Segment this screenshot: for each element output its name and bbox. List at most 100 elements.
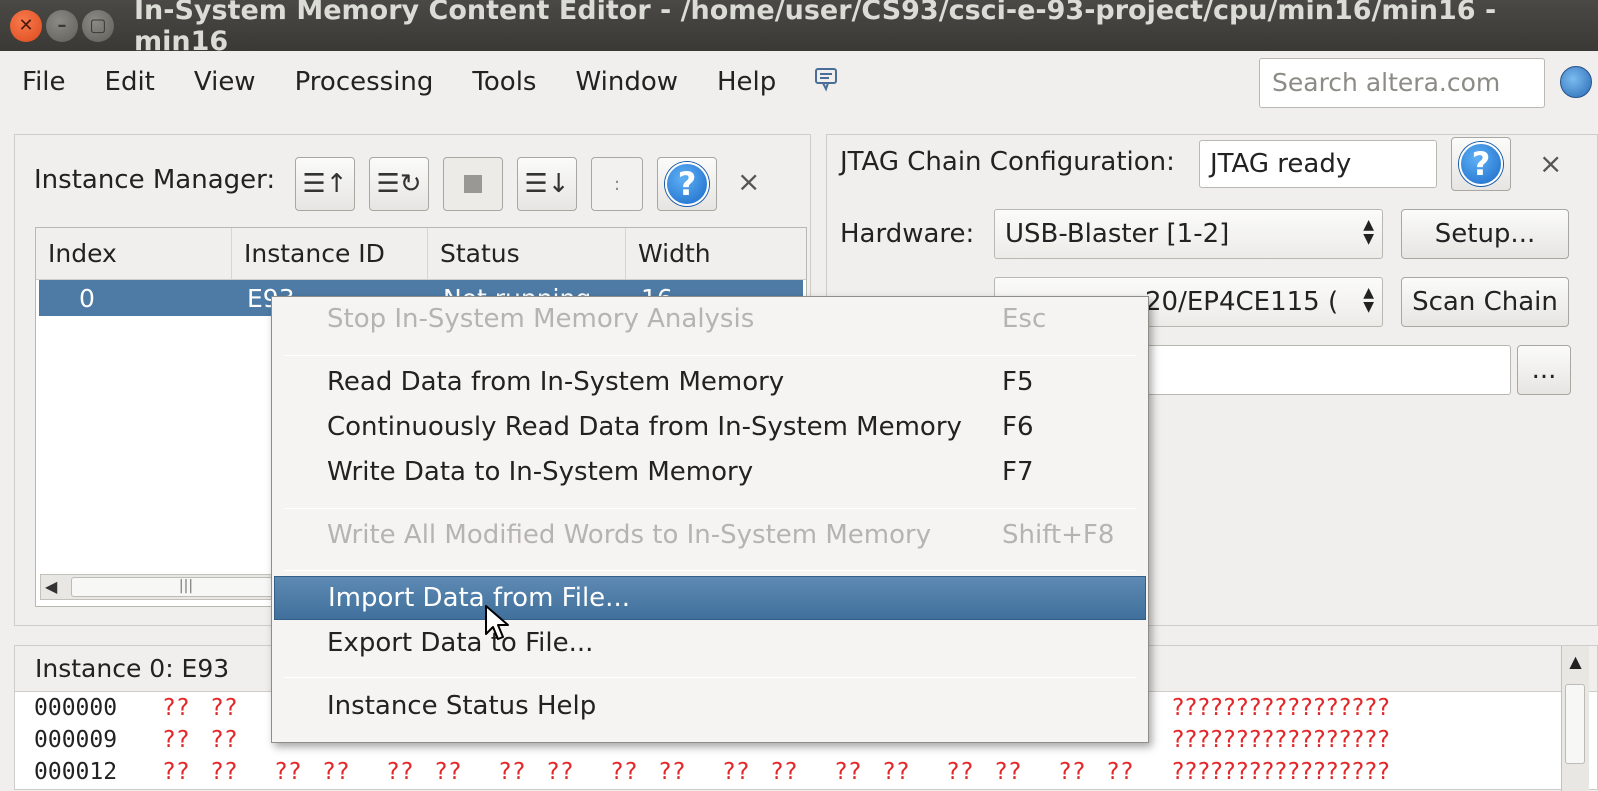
column-header-status[interactable]: Status xyxy=(428,228,626,279)
jtag-status-field: JTAG ready xyxy=(1199,140,1437,188)
menu-help[interactable]: Help xyxy=(717,67,776,97)
scroll-thumb[interactable]: ||| xyxy=(71,577,301,597)
menu-item-write-modified[interactable]: Write All Modified Words to In-System Me… xyxy=(274,513,1146,557)
search-input[interactable]: Search altera.com xyxy=(1259,58,1545,108)
memory-cell[interactable]: ?? xyxy=(994,759,1022,785)
column-header-width[interactable]: Width xyxy=(626,228,806,279)
hardware-label: Hardware: xyxy=(840,219,975,249)
continuous-read-button[interactable]: ☰↻ xyxy=(369,157,429,211)
context-menu: Stop In-System Memory Analysis Esc Read … xyxy=(271,296,1149,743)
device-select-value: 20/EP4CE115 ( xyxy=(1145,287,1339,317)
memory-address: 000012 xyxy=(34,759,118,785)
menu-item-stop-analysis[interactable]: Stop In-System Memory Analysis Esc xyxy=(274,297,1146,341)
memory-cell[interactable]: ?? xyxy=(658,759,686,785)
vertical-scrollbar[interactable]: ▲ xyxy=(1561,646,1589,791)
memory-cell[interactable]: ?? xyxy=(210,727,238,753)
memory-ascii: ????????????????? xyxy=(1171,695,1390,721)
memory-cell[interactable]: ?? xyxy=(1106,759,1134,785)
memory-row: 000012 ?? ?? ?? ?? ?? ?? ?? ?? ?? ?? ?? … xyxy=(15,756,1597,788)
scroll-left-icon[interactable]: ◀ xyxy=(45,577,57,596)
read-data-icon: ☰↑ xyxy=(302,169,348,199)
menu-item-shortcut: F5 xyxy=(1002,367,1034,397)
menu-item-label: Write Data to In-System Memory xyxy=(327,457,754,487)
stop-button[interactable] xyxy=(443,157,503,211)
memory-cell[interactable]: ?? xyxy=(386,759,414,785)
menu-file[interactable]: File xyxy=(22,67,66,97)
menu-edit[interactable]: Edit xyxy=(105,67,155,97)
memory-ascii: ????????????????? xyxy=(1171,727,1390,753)
memory-cell[interactable]: ?? xyxy=(946,759,974,785)
hardware-select-value: USB-Blaster [1-2] xyxy=(1005,219,1230,249)
menu-item-label: Instance Status Help xyxy=(327,691,597,721)
memory-cell[interactable]: ?? xyxy=(722,759,750,785)
close-panel-icon[interactable]: × xyxy=(1539,147,1562,180)
menu-item-label: Import Data from File... xyxy=(328,583,630,613)
memory-cell[interactable]: ?? xyxy=(498,759,526,785)
memory-ascii: ????????????????? xyxy=(1171,759,1390,785)
memory-cell[interactable]: ?? xyxy=(210,759,238,785)
help-icon: ? xyxy=(665,162,709,206)
memory-cell[interactable]: ?? xyxy=(434,759,462,785)
menu-processing[interactable]: Processing xyxy=(295,67,434,97)
menu-item-shortcut: Esc xyxy=(1002,304,1047,334)
jtag-label: JTAG Chain Configuration: xyxy=(840,147,1175,177)
maximize-window-icon[interactable]: ▢ xyxy=(82,9,114,42)
memory-cell[interactable]: ?? xyxy=(610,759,638,785)
menu-tools[interactable]: Tools xyxy=(472,67,536,97)
menu-view[interactable]: View xyxy=(194,67,256,97)
memory-cell[interactable]: ?? xyxy=(1058,759,1086,785)
memory-cell[interactable]: ?? xyxy=(770,759,798,785)
menu-separator xyxy=(284,677,1136,678)
memory-cell[interactable]: ?? xyxy=(546,759,574,785)
menu-window[interactable]: Window xyxy=(575,67,678,97)
memory-cell[interactable]: ?? xyxy=(162,759,190,785)
memory-cell[interactable]: ?? xyxy=(210,695,238,721)
instance-manager-label: Instance Manager: xyxy=(34,165,276,195)
menu-item-label: Read Data from In-System Memory xyxy=(327,367,785,397)
close-panel-icon[interactable]: × xyxy=(737,165,760,198)
write-data-icon: ☰↓ xyxy=(524,169,570,199)
chat-bubble-icon[interactable] xyxy=(813,66,839,98)
setup-button[interactable]: Setup... xyxy=(1401,209,1569,259)
write-data-button[interactable]: ☰↓ xyxy=(517,157,577,211)
column-header-instance-id[interactable]: Instance ID xyxy=(232,228,428,279)
menu-item-continuous-read[interactable]: Continuously Read Data from In-System Me… xyxy=(274,405,1146,449)
menu-item-shortcut: F6 xyxy=(1002,412,1034,442)
memory-cell[interactable]: ?? xyxy=(322,759,350,785)
menu-item-label: Export Data to File... xyxy=(327,628,594,658)
jtag-help-button[interactable]: ? xyxy=(1451,137,1511,191)
toolbar-extra-button[interactable]: : xyxy=(591,157,643,211)
memory-cell[interactable]: ?? xyxy=(882,759,910,785)
updown-arrows-icon: ▲ ▼ xyxy=(1363,217,1374,247)
menu-bar: File Edit View Processing Tools Window H… xyxy=(0,51,1598,113)
menu-item-label: Stop In-System Memory Analysis xyxy=(327,304,755,334)
instance-help-button[interactable]: ? xyxy=(657,157,717,211)
title-bar: ✕ – ▢ In-System Memory Content Editor - … xyxy=(0,0,1598,57)
window-controls: ✕ – ▢ xyxy=(10,9,114,42)
menu-item-shortcut: Shift+F8 xyxy=(1002,520,1115,550)
column-header-index[interactable]: Index xyxy=(36,228,232,279)
memory-cell[interactable]: ?? xyxy=(162,695,190,721)
continuous-read-icon: ☰↻ xyxy=(376,169,422,199)
minimize-window-icon[interactable]: – xyxy=(46,9,78,42)
memory-cell[interactable]: ?? xyxy=(834,759,862,785)
menu-item-read-data[interactable]: Read Data from In-System Memory F5 xyxy=(274,360,1146,404)
menu-item-import-data[interactable]: Import Data from File... xyxy=(274,576,1146,620)
memory-cell[interactable]: ?? xyxy=(162,727,190,753)
scroll-thumb[interactable] xyxy=(1565,684,1585,764)
memory-cell[interactable]: ?? xyxy=(274,759,302,785)
menu-item-status-help[interactable]: Instance Status Help xyxy=(274,684,1146,728)
menu-item-label: Continuously Read Data from In-System Me… xyxy=(327,412,962,442)
menu-item-shortcut: F7 xyxy=(1002,457,1034,487)
globe-icon[interactable] xyxy=(1560,66,1592,98)
hardware-select[interactable]: USB-Blaster [1-2] ▲ ▼ xyxy=(994,209,1383,259)
menu-item-write-data[interactable]: Write Data to In-System Memory F7 xyxy=(274,450,1146,494)
row-index: 0 xyxy=(79,283,95,313)
menu-separator xyxy=(284,570,1136,571)
browse-button[interactable]: ... xyxy=(1517,345,1571,395)
scroll-up-icon[interactable]: ▲ xyxy=(1562,652,1589,671)
close-window-icon[interactable]: ✕ xyxy=(10,9,42,42)
menu-item-export-data[interactable]: Export Data to File... xyxy=(274,621,1146,665)
read-once-button[interactable]: ☰↑ xyxy=(295,157,355,211)
scan-chain-button[interactable]: Scan Chain xyxy=(1401,277,1569,327)
